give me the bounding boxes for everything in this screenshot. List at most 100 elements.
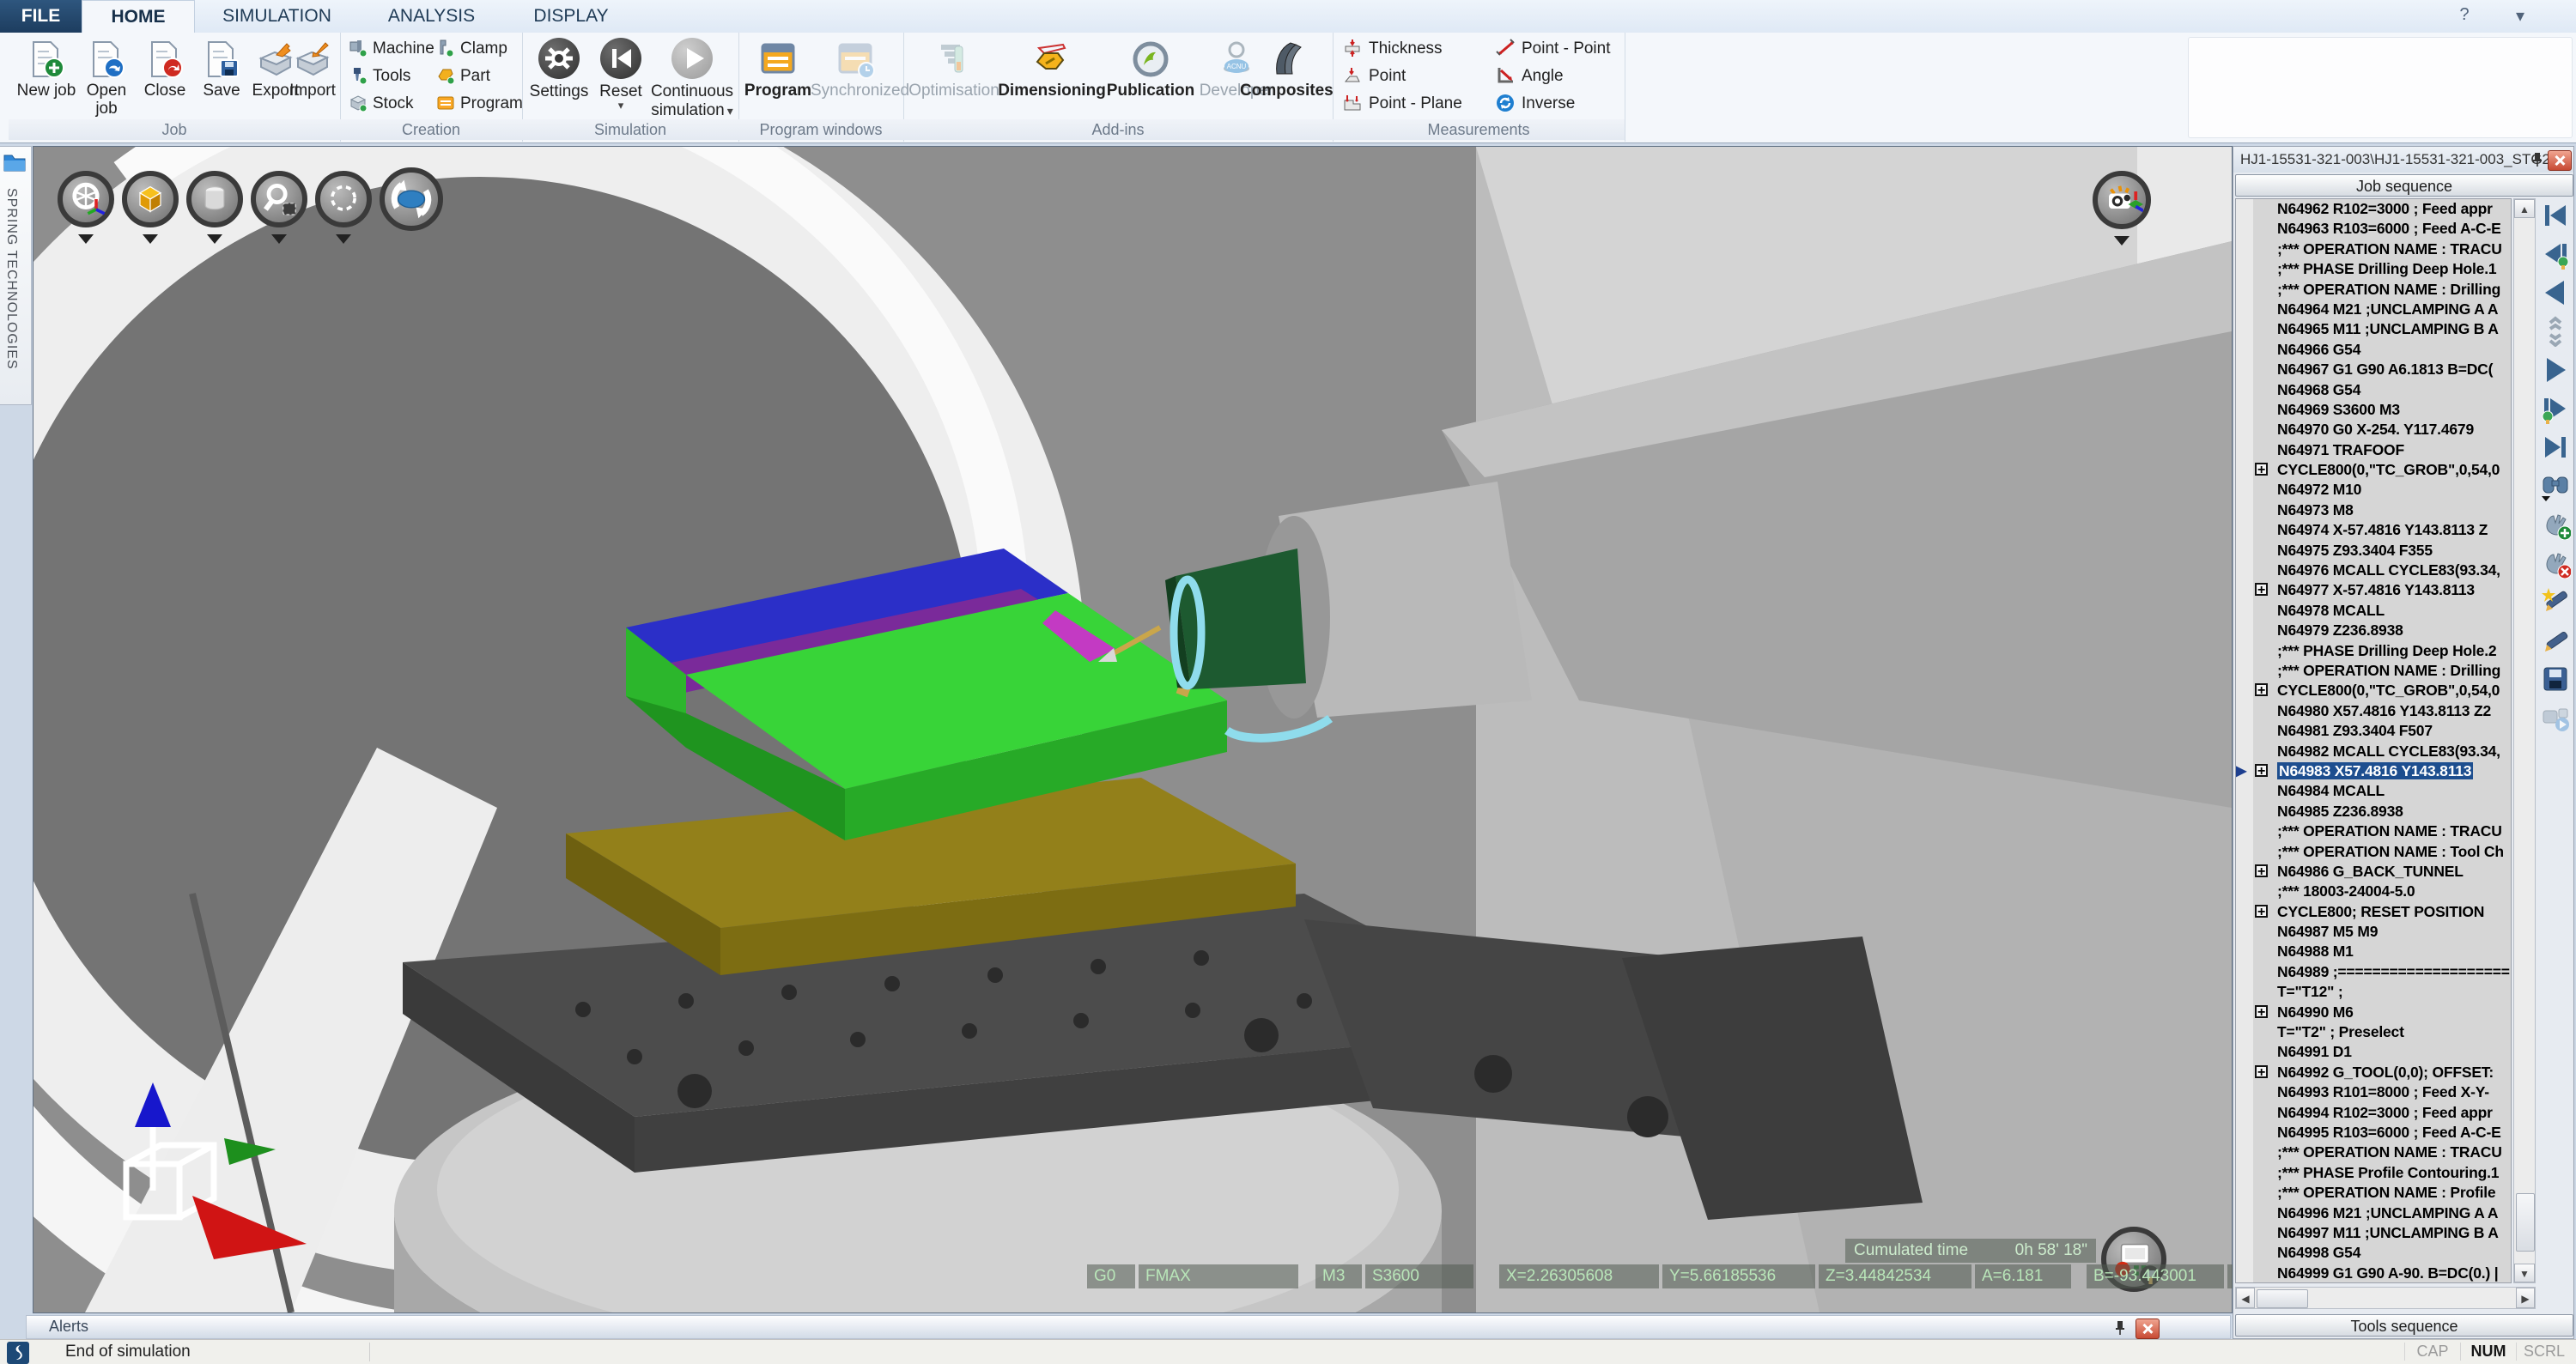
new-job-button[interactable]: New job [15, 38, 77, 100]
dropdown-arrow-icon[interactable] [143, 234, 158, 244]
synchronized-window-button[interactable]: Synchronized [811, 38, 900, 100]
open-job-button[interactable]: Open job [76, 38, 137, 118]
expand-icon[interactable] [2255, 764, 2268, 777]
gcode-line[interactable]: N64970 G0 X-254. Y117.4679 [2236, 420, 2511, 440]
gcode-line[interactable]: N64986 G_BACK_TUNNEL [2236, 862, 2511, 882]
point-button[interactable]: Point [1343, 64, 1406, 89]
gcode-line[interactable]: N64973 M8 [2236, 500, 2511, 520]
gcode-line[interactable]: N64989 ;==================== [2236, 962, 2511, 982]
vertical-scroll-thumb[interactable] [2516, 1193, 2535, 1252]
tools-sequence-tab[interactable]: Tools sequence [2235, 1314, 2573, 1337]
gcode-line[interactable]: N64977 X-57.4816 Y143.8113 [2236, 580, 2511, 600]
point-point-button[interactable]: Point - Point [1496, 36, 1611, 62]
gcode-line[interactable]: N64998 G54 [2236, 1243, 2511, 1263]
gcode-line[interactable]: N64988 M1 [2236, 942, 2511, 961]
machine-button[interactable]: Machine [349, 36, 434, 62]
vertical-scrollbar[interactable]: ▲ ▼ [2513, 198, 2536, 1283]
dropdown-arrow-icon[interactable] [78, 234, 94, 244]
gcode-line[interactable]: CYCLE800; RESET POSITION [2236, 902, 2511, 922]
expand-icon[interactable] [2255, 1005, 2268, 1018]
gcode-line[interactable]: ;*** OPERATION NAME : TRACU [2236, 1143, 2511, 1162]
search-block-button[interactable] [2537, 468, 2573, 504]
gcode-line[interactable]: N64980 X57.4816 Y143.8113 Z2 [2236, 701, 2511, 721]
stock-button[interactable]: Stock [349, 91, 414, 117]
expand-icon[interactable] [2255, 905, 2268, 918]
optimisation-button[interactable]: Optimisation [908, 38, 999, 100]
point-plane-button[interactable]: Point - Plane [1343, 91, 1462, 117]
machine-simulation-button[interactable] [2537, 700, 2573, 736]
gcode-line[interactable]: CYCLE800(0,"TC_GROB",0,54,0 [2236, 681, 2511, 700]
pin-icon[interactable] [2529, 151, 2546, 168]
gcode-line[interactable]: N64984 MCALL [2236, 781, 2511, 801]
gcode-line[interactable]: N64976 MCALL CYCLE83(93.34, [2236, 561, 2511, 580]
gcode-line[interactable]: N64975 Z93.3404 F355 [2236, 541, 2511, 561]
edit-button[interactable] [2537, 622, 2573, 658]
scroll-down-button[interactable]: ▼ [2514, 1264, 2535, 1282]
close-job-button[interactable]: Close [134, 38, 196, 100]
horizontal-scroll-thumb[interactable] [2257, 1289, 2308, 1308]
alerts-close-button[interactable] [2136, 1319, 2160, 1339]
gcode-line[interactable]: N64962 R102=3000 ; Feed appr [2236, 199, 2511, 219]
gcode-line[interactable]: N64997 M11 ;UNCLAMPING B A [2236, 1223, 2511, 1243]
play-forward-button[interactable] [2537, 352, 2573, 388]
gcode-line[interactable]: N64964 M21 ;UNCLAMPING A A [2236, 300, 2511, 319]
gcode-line[interactable]: N64982 MCALL CYCLE83(93.34, [2236, 742, 2511, 761]
gcode-line[interactable]: N64981 Z93.3404 F507 [2236, 721, 2511, 741]
zoom-button[interactable] [251, 171, 307, 227]
add-selection-button[interactable] [2537, 506, 2573, 543]
scroll-up-button[interactable]: ▲ [2514, 199, 2535, 218]
gcode-line[interactable]: N64972 M10 [2236, 480, 2511, 500]
previous-tool-button[interactable] [2537, 236, 2573, 272]
angle-button[interactable]: Angle [1496, 64, 1564, 89]
dimensioning-button[interactable]: Dimensioning [998, 38, 1106, 100]
gcode-line[interactable]: N64978 MCALL [2236, 601, 2511, 621]
expand-icon[interactable] [2255, 683, 2268, 696]
speed-control-button[interactable] [2537, 313, 2573, 349]
tab-home[interactable]: HOME [82, 0, 195, 33]
settings-button[interactable]: < line x1="24" y1="8" x2="24" y2="40"/> … [524, 36, 594, 101]
gcode-line[interactable]: T="T2" ; Preselect [2236, 1022, 2511, 1042]
gcode-line[interactable]: ;*** PHASE Drilling Deep Hole.2 [2236, 641, 2511, 661]
composites-button[interactable]: Composites [1240, 38, 1333, 100]
tab-display[interactable]: DISPLAY [502, 0, 640, 33]
gcode-line[interactable]: N64974 X-57.4816 Y143.8113 Z [2236, 520, 2511, 540]
gcode-line[interactable]: ;*** OPERATION NAME : TRACU [2236, 239, 2511, 259]
tools-button[interactable]: Tools [349, 64, 410, 89]
next-tool-button[interactable] [2537, 391, 2573, 427]
clamp-button[interactable]: Clamp [436, 36, 507, 62]
gcode-line[interactable]: N64985 Z236.8938 [2236, 802, 2511, 821]
scroll-right-button[interactable]: ▶ [2516, 1288, 2535, 1308]
panel-close-button[interactable] [2548, 150, 2572, 171]
gcode-line[interactable]: N64994 R102=3000 ; Feed appr [2236, 1103, 2511, 1123]
gcode-line[interactable]: ;*** OPERATION NAME : Tool Ch [2236, 842, 2511, 862]
save-job-button[interactable]: Save [191, 38, 252, 100]
tab-simulation[interactable]: SIMULATION [193, 0, 361, 33]
gcode-line[interactable]: CYCLE800(0,"TC_GROB",0,54,0 [2236, 460, 2511, 480]
job-sequence-tab[interactable]: Job sequence [2235, 174, 2573, 197]
gcode-line[interactable]: N64993 R101=8000 ; Feed X-Y- [2236, 1082, 2511, 1102]
import-button[interactable]: Import [282, 38, 343, 100]
gcode-line[interactable]: ;*** OPERATION NAME : TRACU [2236, 821, 2511, 841]
tab-analysis[interactable]: ANALYSIS [361, 0, 502, 33]
play-backward-button[interactable] [2537, 275, 2573, 311]
gcode-line[interactable]: ▶N64983 X57.4816 Y143.8113 [2236, 761, 2511, 781]
gcode-line[interactable]: ;*** OPERATION NAME : Drilling [2236, 661, 2511, 681]
gcode-line[interactable]: N64965 M11 ;UNCLAMPING B A [2236, 319, 2511, 339]
sidebar-tab-spring-technologies[interactable]: SPRING TECHNOLOGIES [0, 146, 32, 405]
dropdown-arrow-icon[interactable] [207, 234, 222, 244]
rotate-view-button[interactable] [380, 167, 443, 231]
expand-icon[interactable] [2255, 463, 2268, 476]
gcode-line[interactable]: ;*** 18003-24004-5.0 [2236, 882, 2511, 901]
gcode-line[interactable]: N64969 S3600 M3 [2236, 400, 2511, 420]
reset-dropdown-arrow[interactable]: ▾ [591, 101, 651, 110]
gcode-line[interactable]: N64979 Z236.8938 [2236, 621, 2511, 640]
expand-icon[interactable] [2255, 583, 2268, 596]
gcode-line[interactable]: ;*** PHASE Profile Contouring.1 [2236, 1163, 2511, 1183]
alerts-pin-icon[interactable] [2111, 1319, 2129, 1337]
skip-to-start-button[interactable] [2537, 197, 2573, 233]
dropdown-arrow-icon[interactable] [336, 234, 351, 244]
machine-3d-scene[interactable] [33, 147, 2232, 1312]
program-button[interactable]: Program [436, 91, 523, 117]
gcode-line[interactable]: N64966 G54 [2236, 340, 2511, 360]
inverse-button[interactable]: Inverse [1496, 91, 1575, 117]
